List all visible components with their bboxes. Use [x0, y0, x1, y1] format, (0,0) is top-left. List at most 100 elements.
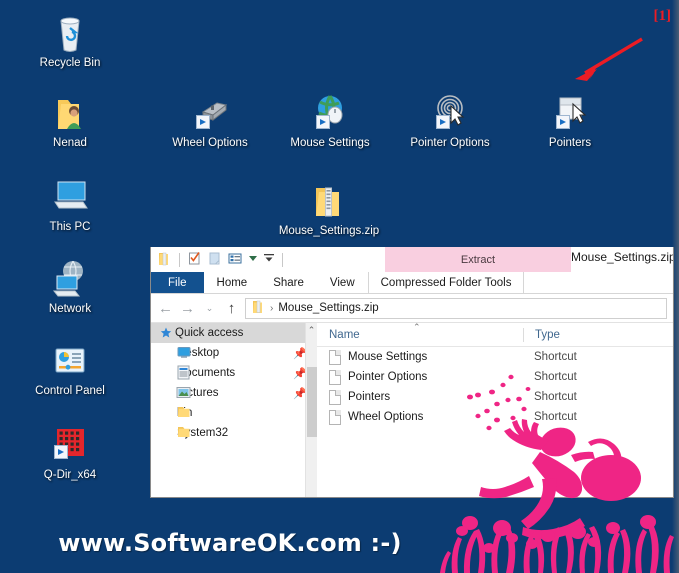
desktop-icon-mouse-settings[interactable]: Mouse Settings — [284, 92, 376, 150]
desktop-icon-label: This PC — [49, 221, 91, 233]
desktop-icon-nenad[interactable]: Nenad — [24, 92, 116, 150]
desktop-icon-label: Wheel Options — [172, 137, 248, 149]
pointer-ripple-icon — [427, 92, 473, 134]
quick-access-toolbar[interactable]: Extract Mouse_Settings.zip — [151, 247, 673, 272]
desktop-icon-this-pc[interactable]: This PC — [24, 176, 116, 234]
contextual-tab-title[interactable]: Extract — [385, 247, 571, 272]
shortcut-badge-icon — [54, 445, 68, 459]
column-header-type[interactable]: Type — [523, 327, 560, 342]
window-menu-icon[interactable] — [157, 251, 172, 269]
file-name-cell[interactable]: Pointer Options — [317, 369, 523, 385]
sidebar-item-documents[interactable]: Documents 📌 — [151, 363, 316, 383]
table-row[interactable]: Pointer Options Shortcut — [317, 367, 673, 387]
breadcrumb-separator: › — [270, 302, 274, 314]
toolbar-separator-2 — [282, 252, 283, 267]
arrow-left-icon[interactable]: ← — [157, 300, 174, 317]
recycle-bin-icon — [47, 12, 93, 54]
desktop-root: Recycle Bin Nenad This PC Network Contro… — [0, 0, 679, 573]
desktop-icon-network[interactable]: Network — [24, 258, 116, 316]
file-name-cell[interactable]: Mouse Settings — [317, 349, 523, 365]
file-name-cell[interactable]: Wheel Options — [317, 409, 523, 425]
shortcut-badge-icon — [196, 115, 210, 129]
explorer-body: Quick access Desktop 📌 Documents 📌 Pictu… — [151, 322, 673, 497]
file-list-pane[interactable]: Name Type ⌃ Mouse Settings Shortcut Poin… — [317, 322, 673, 497]
file-shortcut-icon — [329, 369, 341, 385]
navigation-pane-scrollbar[interactable]: ⌃ — [305, 323, 317, 497]
desktop-icon-mouse-settings-zip[interactable]: Mouse_Settings.zip — [276, 180, 382, 238]
sidebar-item-quick-access[interactable]: Quick access — [151, 323, 316, 343]
shortcut-badge-icon — [316, 115, 330, 129]
desktop-icon-recycle-bin[interactable]: Recycle Bin — [24, 12, 116, 70]
desktop-icon-label: Pointer Options — [410, 137, 490, 149]
table-row[interactable]: Mouse Settings Shortcut — [317, 347, 673, 367]
desktop-icon-label: Q-Dir_x64 — [43, 469, 97, 481]
zip-archive-icon — [252, 300, 265, 317]
documents-icon — [177, 365, 190, 383]
sidebar-item-bin[interactable]: bin — [151, 403, 316, 423]
globe-mouse-icon — [307, 92, 353, 134]
folder-icon — [177, 406, 191, 421]
table-row[interactable]: Pointers Shortcut — [317, 387, 673, 407]
this-pc-icon — [47, 176, 93, 218]
file-shortcut-icon — [329, 409, 341, 425]
right-edge-shadow — [672, 0, 679, 573]
sidebar-item-system32[interactable]: System32 — [151, 423, 316, 443]
desktop-icon-label: Nenad — [53, 137, 87, 149]
arrow-right-icon[interactable]: → — [179, 300, 196, 317]
file-type-cell: Shortcut — [534, 411, 577, 423]
sidebar-item-desktop[interactable]: Desktop 📌 — [151, 343, 316, 363]
chevron-down-icon[interactable]: ⌄ — [201, 303, 218, 314]
tab-file[interactable]: File — [151, 272, 204, 293]
desktop-icon — [177, 346, 191, 362]
desktop-icon-pointers[interactable]: Pointers — [524, 92, 616, 150]
scrollbar-thumb[interactable] — [307, 367, 317, 437]
table-row[interactable]: Wheel Options Shortcut — [317, 407, 673, 427]
select-all-icon[interactable] — [227, 251, 243, 269]
user-folder-icon — [47, 92, 93, 134]
sort-indicator-icon: ⌃ — [413, 322, 421, 332]
arrow-up-icon[interactable]: ↑ — [223, 300, 240, 317]
desktop-icon-q-dir-x64[interactable]: Q-Dir_x64 — [24, 424, 116, 482]
sidebar-item-pictures[interactable]: Pictures 📌 — [151, 383, 316, 403]
folder-icon — [177, 426, 191, 441]
file-explorer-window[interactable]: Extract Mouse_Settings.zip File Home Sha… — [150, 247, 674, 498]
desktop-icon-label: Control Panel — [35, 385, 105, 397]
file-name-label: Mouse Settings — [348, 351, 428, 363]
desktop-icon-label: Mouse_Settings.zip — [278, 225, 380, 237]
column-header-row[interactable]: Name Type ⌃ — [317, 322, 673, 347]
properties-icon[interactable] — [187, 251, 202, 269]
navigation-pane[interactable]: Quick access Desktop 📌 Documents 📌 Pictu… — [151, 323, 317, 497]
annotation-marker: [1] — [653, 8, 672, 24]
tab-view[interactable]: View — [317, 272, 368, 293]
mouse-wheel-icon — [187, 92, 233, 134]
tab-share[interactable]: Share — [260, 272, 317, 293]
desktop-icon-label: Network — [48, 303, 92, 315]
control-panel-icon — [47, 340, 93, 382]
file-type-cell: Shortcut — [534, 351, 577, 363]
file-type-cell: Shortcut — [534, 371, 577, 383]
window-title: Mouse_Settings.zip — [571, 250, 674, 264]
pictures-icon — [176, 386, 191, 402]
address-bar[interactable]: ← → ⌄ ↑ › Mouse_Settings.zip — [151, 294, 673, 323]
minimize-ribbon-icon[interactable] — [263, 252, 275, 267]
new-folder-icon[interactable] — [207, 251, 222, 269]
tab-compressed-folder-tools[interactable]: Compressed Folder Tools — [367, 272, 525, 293]
sidebar-item-label: Quick access — [175, 327, 244, 339]
breadcrumb-path[interactable]: Mouse_Settings.zip — [278, 302, 378, 314]
file-shortcut-icon — [329, 389, 341, 405]
toolbar-separator — [179, 252, 180, 267]
tab-home[interactable]: Home — [204, 272, 261, 293]
customize-qat-icon[interactable] — [248, 253, 258, 266]
desktop-icon-wheel-options[interactable]: Wheel Options — [164, 92, 256, 150]
file-name-label: Pointer Options — [348, 371, 428, 383]
file-name-label: Wheel Options — [348, 411, 424, 423]
ribbon-tab-bar[interactable]: File Home Share View Compressed Folder T… — [151, 272, 673, 294]
file-name-cell[interactable]: Pointers — [317, 389, 523, 405]
scroll-up-icon[interactable]: ⌃ — [306, 323, 317, 337]
address-input[interactable]: › Mouse_Settings.zip — [245, 297, 667, 319]
watermark-text: www.SoftwareOK.com :-) — [58, 529, 402, 557]
desktop-icon-control-panel[interactable]: Control Panel — [24, 340, 116, 398]
desktop-icon-pointer-options[interactable]: Pointer Options — [404, 92, 496, 150]
desktop-icon-label: Recycle Bin — [39, 57, 101, 69]
q-dir-icon — [47, 424, 93, 466]
